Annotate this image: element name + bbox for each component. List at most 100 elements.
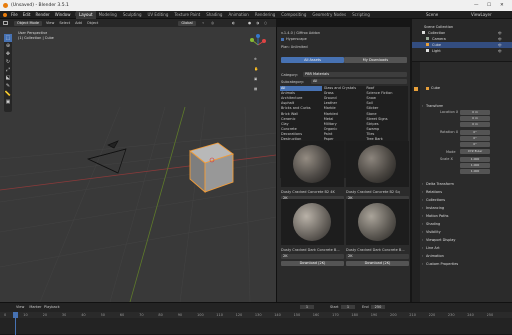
workspace-tab-scripting[interactable]: Scripting [349,11,373,19]
frame-tick-label: 210 [409,313,416,317]
section-display[interactable]: › Viewport Display [420,237,512,243]
rotation-x-field[interactable]: 0° [460,130,490,135]
workspace-tab-sculpting[interactable]: Sculpting [120,11,145,19]
asset-thumbnail[interactable] [346,141,409,187]
object-name[interactable]: Cube [431,86,440,90]
section-chevron-icon: › [422,206,424,210]
rotate-icon[interactable]: ↻ [4,58,12,66]
viewport-menu-object[interactable]: Object [87,21,98,25]
cursor-icon[interactable]: ⊕ [4,42,12,50]
section-collections[interactable]: › Collections [420,197,512,203]
proportional-edit-icon[interactable]: ◎ [211,21,214,25]
section-lineart[interactable]: › Line Art [420,245,512,251]
transform-orientation[interactable]: Global [178,20,196,26]
scale-x-field[interactable]: 1.000 [460,157,490,162]
measure-icon[interactable]: 📏 [4,90,12,98]
resolution-select[interactable]: 2K [281,254,344,259]
rotation-y-field[interactable]: 0° [460,136,490,141]
section-visibility[interactable]: › Visibility [420,229,512,235]
scale-icon[interactable]: ⤢ [4,66,12,74]
section-delta[interactable]: › Delta Transform [420,181,512,187]
3d-viewport[interactable]: User Perspective (1) Collection | Cube ⊕… [0,27,276,302]
visibility-icon[interactable]: 👁 [498,49,502,53]
section-animation[interactable]: › Animation [420,253,512,259]
menu-file[interactable]: File [11,12,18,18]
timeline-menu-marker[interactable]: Marker [29,305,41,309]
workspace-tab-modeling[interactable]: Modeling [96,11,120,19]
scale-y-field[interactable]: 1.000 [460,163,490,168]
object-properties-icon[interactable] [414,87,418,91]
shading-material-icon[interactable]: ◑ [256,21,259,25]
asset-thumbnail[interactable] [281,199,344,245]
editor-type-icon[interactable] [3,21,8,25]
camera-view-icon[interactable]: ▣ [254,77,257,81]
select-box-icon[interactable]: ⬚ [4,34,12,42]
visibility-icon[interactable]: 👁 [498,37,502,41]
rotation-z-field[interactable]: 0° [460,142,490,147]
workspace-tab-layout[interactable]: Layout [76,11,96,19]
location-z-field[interactable]: 0 m [460,122,490,127]
asset-thumbnail[interactable] [346,199,409,245]
workspace-tab-texture-paint[interactable]: Texture Paint [171,11,203,19]
category-select[interactable]: PBR Materials [303,72,407,77]
location-x-field[interactable]: 0 m [460,110,490,115]
viewport-menu-view[interactable]: View [46,21,54,25]
scene-name[interactable]: Scene [426,12,438,18]
start-field[interactable]: 1 [341,305,355,309]
annotate-icon[interactable]: ✎ [4,82,12,90]
download-button[interactable]: Download (2K) [346,261,409,266]
frame-tick-label: 240 [467,313,474,317]
close-button[interactable]: ✕ [500,0,504,11]
timeline-menu-view[interactable]: View [16,305,24,309]
workspace-tab-uv-editing[interactable]: UV Editing [145,11,172,19]
menu-window[interactable]: Window [55,12,71,18]
section-motion[interactable]: › Motion Paths [420,213,512,219]
maximize-button[interactable]: ☐ [487,0,491,11]
section-transform[interactable]: › Transform [420,103,512,109]
rotation-mode-select[interactable]: XYZ Euler [460,149,490,154]
workspace-tab-compositing[interactable]: Compositing [278,11,309,19]
section-instancing[interactable]: › Instancing [420,205,512,211]
resolution-select[interactable]: 2K [346,254,409,259]
blender-menu-icon[interactable] [3,13,7,17]
viewport-menu-add[interactable]: Add [75,21,82,25]
viewport-menu-select[interactable]: Select [59,21,70,25]
grid-view-icon[interactable]: ▦ [254,87,257,91]
transform-icon[interactable]: ⬕ [4,74,12,82]
playback-menu[interactable]: Playback [44,305,60,309]
add-cube-icon[interactable]: ▣ [4,98,12,106]
asset-thumbnail[interactable] [281,141,344,187]
move-icon[interactable]: ✥ [4,50,12,58]
frame-field[interactable]: 1 [300,305,314,309]
subcategory-select[interactable]: All [311,79,407,84]
menu-edit[interactable]: Edit [23,12,31,18]
snap-icon[interactable]: ⌁ [202,21,204,25]
section-shading[interactable]: › Shading [420,221,512,227]
minimize-button[interactable]: — [474,0,479,11]
scale-z-field[interactable]: 1.000 [460,169,490,174]
workspace-tab-rendering[interactable]: Rendering [252,11,278,19]
zoom-icon[interactable]: ⊕ [254,57,257,61]
shading-rendered-icon[interactable]: ○ [264,21,267,25]
visibility-icon[interactable]: 👁 [498,43,502,47]
scale-label: Scale X [440,157,453,161]
end-field[interactable]: 250 [371,305,385,309]
workspace-tab-geometry-nodes[interactable]: Geometry Nodes [309,11,349,19]
view-layer-name[interactable]: ViewLayer [471,12,492,18]
workspace-tab-animation[interactable]: Animation [225,11,251,19]
visibility-icon[interactable]: 👁 [498,31,502,35]
section-relations[interactable]: › Relations [420,189,512,195]
section-custom[interactable]: › Custom Properties [420,261,512,267]
playhead-line [15,318,16,335]
tab-my-downloads[interactable]: My Downloads [344,57,407,63]
overlays-icon[interactable]: ◐ [232,21,235,25]
download-button[interactable]: Download (2K) [281,261,344,266]
mode-select[interactable]: Object Mode [14,20,42,26]
outliner-item-light[interactable]: Light 👁 [412,48,512,54]
pan-icon[interactable]: ✋ [254,67,258,71]
menu-render[interactable]: Render [35,12,49,18]
location-y-field[interactable]: 0 m [460,116,490,121]
tab-all-assets[interactable]: All Assets [281,57,344,63]
workspace-tab-shading[interactable]: Shading [203,11,225,19]
shading-solid-icon[interactable]: ● [248,21,251,25]
